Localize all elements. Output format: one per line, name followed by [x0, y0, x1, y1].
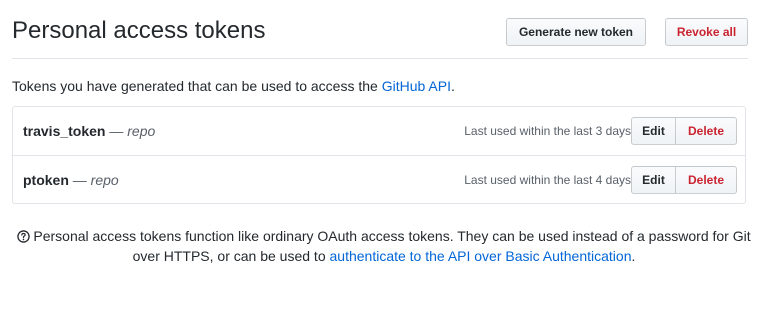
basic-auth-link[interactable]: authenticate to the API over Basic Authe…: [330, 248, 632, 264]
token-list: travis_token — repo Last used within the…: [12, 106, 746, 204]
intro-text: Tokens you have generated that can be us…: [12, 76, 455, 96]
help-note-suffix: .: [631, 248, 636, 264]
page-title: Personal access tokens: [12, 17, 266, 44]
generate-new-token-button[interactable]: Generate new token: [506, 18, 646, 46]
revoke-all-button[interactable]: Revoke all: [665, 18, 748, 46]
page: Personal access tokens Generate new toke…: [0, 0, 768, 326]
token-scope: — repo: [69, 172, 119, 188]
token-actions: Edit Delete: [631, 117, 737, 145]
token-scope-label: repo: [127, 123, 156, 139]
token-row: ptoken — repo Last used within the last …: [13, 156, 745, 204]
github-api-link[interactable]: GitHub API: [382, 78, 451, 94]
token-actions: Edit Delete: [631, 166, 737, 194]
intro-label: Tokens you have generated that can be us…: [12, 78, 382, 94]
delete-token-button[interactable]: Delete: [676, 166, 737, 194]
token-name-link[interactable]: ptoken — repo: [23, 171, 119, 189]
token-separator: —: [68, 172, 91, 188]
help-note: Personal access tokens function like ord…: [12, 226, 756, 266]
page-header: Personal access tokens Generate new toke…: [12, 0, 748, 59]
edit-token-button[interactable]: Edit: [631, 166, 676, 194]
intro-suffix: .: [450, 78, 455, 94]
token-separator: —: [105, 123, 128, 139]
last-used-text: Last used within the last 4 days: [464, 173, 631, 187]
delete-token-button[interactable]: Delete: [676, 117, 737, 145]
question-icon: [17, 228, 31, 243]
token-scope: — repo: [105, 123, 155, 139]
token-name[interactable]: travis_token: [23, 123, 105, 139]
token-name-link[interactable]: travis_token — repo: [23, 122, 155, 140]
token-scope-label: repo: [90, 172, 119, 188]
token-name[interactable]: ptoken: [23, 172, 69, 188]
token-row: travis_token — repo Last used within the…: [13, 107, 745, 156]
last-used-text: Last used within the last 3 days: [464, 124, 631, 138]
edit-token-button[interactable]: Edit: [631, 117, 676, 145]
